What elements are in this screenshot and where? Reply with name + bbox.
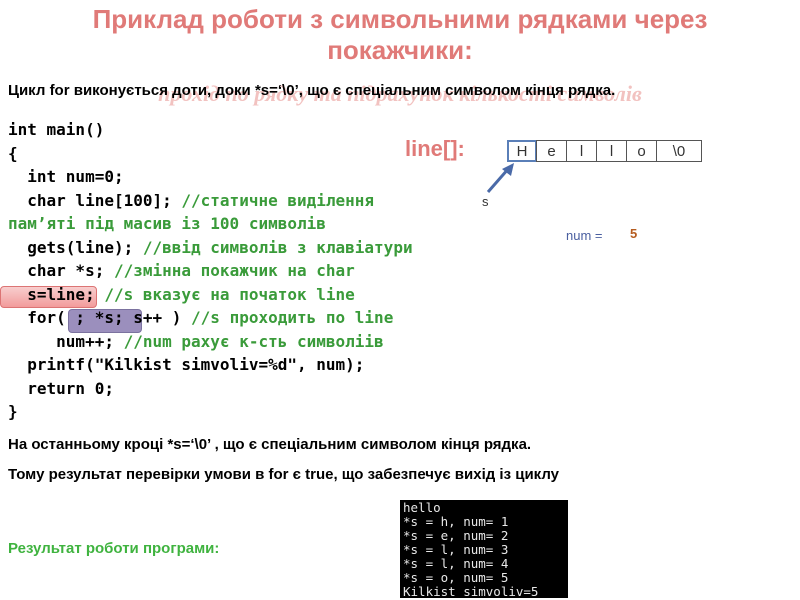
code-comment: //змінна покажчик на char — [113, 261, 355, 280]
explanation-line-1: На останньому кроці *s=‘\0’ , що є спеці… — [8, 436, 532, 453]
array-cell: l — [566, 140, 597, 162]
intro-text: Цикл for виконується доти, доки *s=‘\0’,… — [8, 82, 616, 99]
code-line: char *s; //змінна покажчик на char — [8, 261, 355, 280]
code-block: int main(){ int num=0; char line[100]; /… — [8, 118, 528, 424]
console-output: hello *s = h, num= 1 *s = e, num= 2 *s = l,… — [400, 500, 568, 598]
console-line: *s = l, num= 3 — [403, 542, 509, 557]
array-cell: \0 — [656, 140, 702, 162]
slide-title: Приклад роботи з символьними рядками чер… — [92, 4, 708, 65]
array-cells: H e l l o \0 — [507, 140, 702, 162]
console-line: *s = l, num= 4 — [403, 556, 509, 571]
explanation-line-2: Тому результат перевірки умови в for є t… — [8, 466, 560, 483]
array-cell: o — [626, 140, 657, 162]
console-line: *s = h, num= 1 — [403, 514, 509, 529]
code-line: printf("Kilkist simvoliv=%d", num); — [8, 355, 365, 374]
code-comment: //ввід символів з клавіатури — [142, 237, 413, 257]
code-comment: //num рахує к-сть символіів — [123, 331, 384, 351]
code-comment: пам’яті під масив із 100 символів — [8, 214, 326, 233]
pointer-arrow-icon — [486, 163, 514, 193]
result-label: Результат роботи програми: — [8, 540, 220, 557]
console-line: *s = o, num= 5 — [403, 570, 509, 585]
counter-value: 5 — [630, 226, 638, 241]
code-line: s=line; //s вказує на початок line — [8, 284, 355, 304]
code-line: return 0; — [8, 378, 114, 398]
console-line: *s = e, num= 2 — [403, 528, 509, 543]
code-line: gets(line); //ввід символів з клавіатури — [8, 237, 413, 257]
array-label: line[]: — [405, 136, 465, 161]
counter-label: num = — [566, 228, 603, 243]
array-cell: l — [596, 140, 627, 162]
code-line: for( ; *s; s++ ) //s проходить по line — [8, 308, 394, 327]
code-comment: //s проходить по line — [191, 308, 394, 327]
code-comment: //статичне виділення — [181, 190, 375, 210]
code-line: char line[100]; //статичне виділення — [8, 190, 375, 210]
array-cell: e — [536, 140, 567, 162]
console-line: Kilkist simvoliv=5 — [403, 584, 539, 599]
code-line: } — [8, 402, 18, 421]
code-comment: //s вказує на початок line — [104, 284, 355, 304]
array-cell: H — [507, 140, 537, 162]
code-line: int num=0; — [8, 167, 124, 186]
code-line: num++; //num рахує к-сть символіів — [8, 331, 384, 351]
console-line: hello — [403, 500, 441, 515]
pointer-label: s — [482, 194, 489, 209]
